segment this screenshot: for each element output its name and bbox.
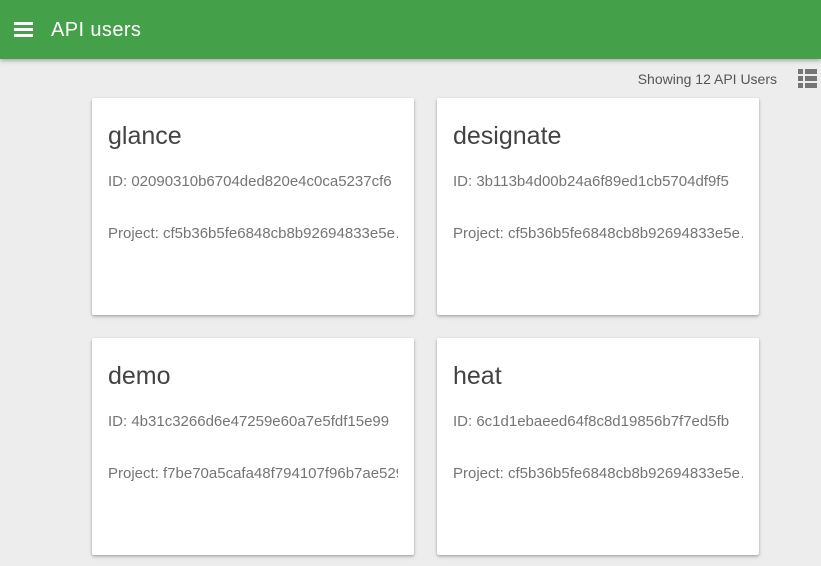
app-header: API users — [0, 0, 821, 59]
card-id: ID: 4b31c3266d6e47259e60a7e5fdf15e99 — [108, 411, 398, 432]
card-title: demo — [108, 362, 398, 390]
card-id: ID: 6c1d1ebaeed64f8c8d19856b7f7ed5fb — [453, 411, 743, 432]
card-project: Project: cf5b36b5fe6848cb8b92694833e5e… — [453, 223, 743, 244]
menu-button[interactable] — [14, 22, 34, 37]
results-count-text: Showing 12 API Users — [638, 71, 777, 87]
api-user-card[interactable]: heat ID: 6c1d1ebaeed64f8c8d19856b7f7ed5f… — [437, 338, 759, 555]
card-title: glance — [108, 122, 398, 150]
card-id: ID: 3b113b4d00b24a6f89ed1cb5704df9f5 — [453, 171, 743, 192]
view-list-icon — [798, 69, 817, 88]
results-toolbar: Showing 12 API Users — [0, 59, 821, 98]
api-user-card[interactable]: demo ID: 4b31c3266d6e47259e60a7e5fdf15e9… — [92, 338, 414, 555]
api-user-card[interactable]: designate ID: 3b113b4d00b24a6f89ed1cb570… — [437, 98, 759, 315]
card-project: Project: cf5b36b5fe6848cb8b92694833e5e… — [108, 223, 398, 244]
table-view-toggle-button[interactable] — [798, 69, 817, 88]
page-title: API users — [51, 20, 141, 40]
card-title: designate — [453, 122, 743, 150]
card-grid: glance ID: 02090310b6704ded820e4c0ca5237… — [92, 98, 759, 555]
api-user-card[interactable]: glance ID: 02090310b6704ded820e4c0ca5237… — [92, 98, 414, 315]
card-id: ID: 02090310b6704ded820e4c0ca5237cf6 — [108, 171, 398, 192]
card-project: Project: cf5b36b5fe6848cb8b92694833e5e… — [453, 463, 743, 484]
card-title: heat — [453, 362, 743, 390]
card-project: Project: f7be70a5cafa48f794107f96b7ae529… — [108, 463, 398, 484]
